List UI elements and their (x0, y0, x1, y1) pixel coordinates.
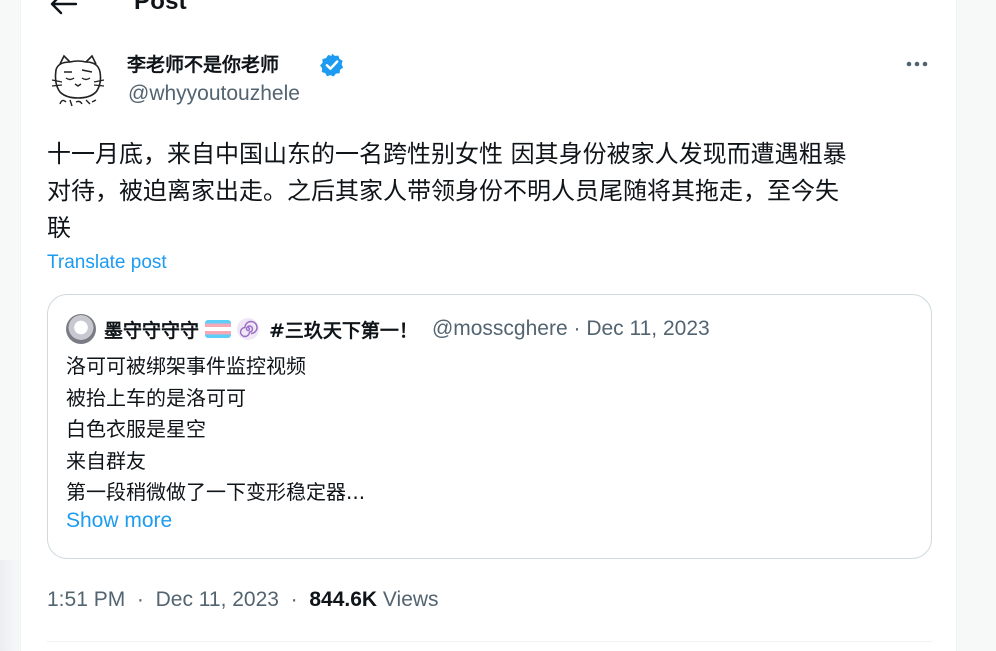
views-label: Views (382, 588, 439, 611)
more-options-button[interactable] (899, 50, 935, 78)
transgender-flag-icon (205, 320, 232, 338)
post-text: 十一月底，来自中国山东的一名跨性别女性 因其身份被家人发现而遭遇粗暴 对待，被迫… (47, 140, 847, 242)
spiral-icon (237, 318, 260, 340)
arrow-left-icon (50, 0, 78, 15)
post-metadata: 1:51 PM · Dec 11, 2023 · 844.6K Views (47, 588, 439, 612)
quoted-date[interactable]: Dec 11, 2023 (586, 317, 709, 341)
translate-post-link[interactable]: Translate post (47, 252, 167, 274)
meta-separator: · (290, 588, 298, 611)
top-bar: Post (21, 0, 956, 20)
post-column: Post 李老师不是你老师 @whyyoutouzhele 十一月底，来自中国山… (20, 0, 957, 651)
author-name[interactable]: 李老师不是你老师 (127, 50, 279, 77)
quoted-post-header: 墨守守守守 #三玖天下第一！ @mosscghere · Dec 11, 202… (66, 314, 710, 344)
quoted-author-hashtag: #三玖天下第一！ (269, 319, 418, 342)
cat-doodle-icon (51, 54, 105, 107)
views-count[interactable]: 844.6K (309, 588, 377, 611)
post-time[interactable]: 1:51 PM (47, 588, 125, 611)
meta-separator: · (136, 588, 144, 611)
post-date[interactable]: Dec 11, 2023 (156, 588, 279, 611)
verified-check-icon (320, 53, 344, 77)
quoted-handle[interactable]: @mosscghere (432, 317, 568, 341)
quoted-post-card[interactable]: 墨守守守守 #三玖天下第一！ @mosscghere · Dec 11, 202… (47, 294, 932, 559)
back-button[interactable] (49, 0, 79, 16)
verified-badge (319, 52, 345, 78)
page-title: Post (134, 0, 187, 15)
author-handle[interactable]: @whyyoutouzhele (128, 82, 300, 106)
more-horizontal-icon (906, 61, 928, 67)
author-avatar[interactable] (46, 48, 110, 112)
quoted-author-name[interactable]: 墨守守守守 (104, 316, 199, 343)
page-edge-shadow (0, 560, 20, 651)
meta-separator: · (573, 317, 581, 340)
divider (47, 641, 932, 642)
show-more-link[interactable]: Show more (66, 509, 172, 533)
quoted-author-avatar[interactable] (66, 314, 96, 344)
quoted-post-text: 洛可可被绑架事件监控视频 被抬上车的是洛可可 白色衣服是星空 来自群友 第一段稍… (66, 354, 366, 504)
